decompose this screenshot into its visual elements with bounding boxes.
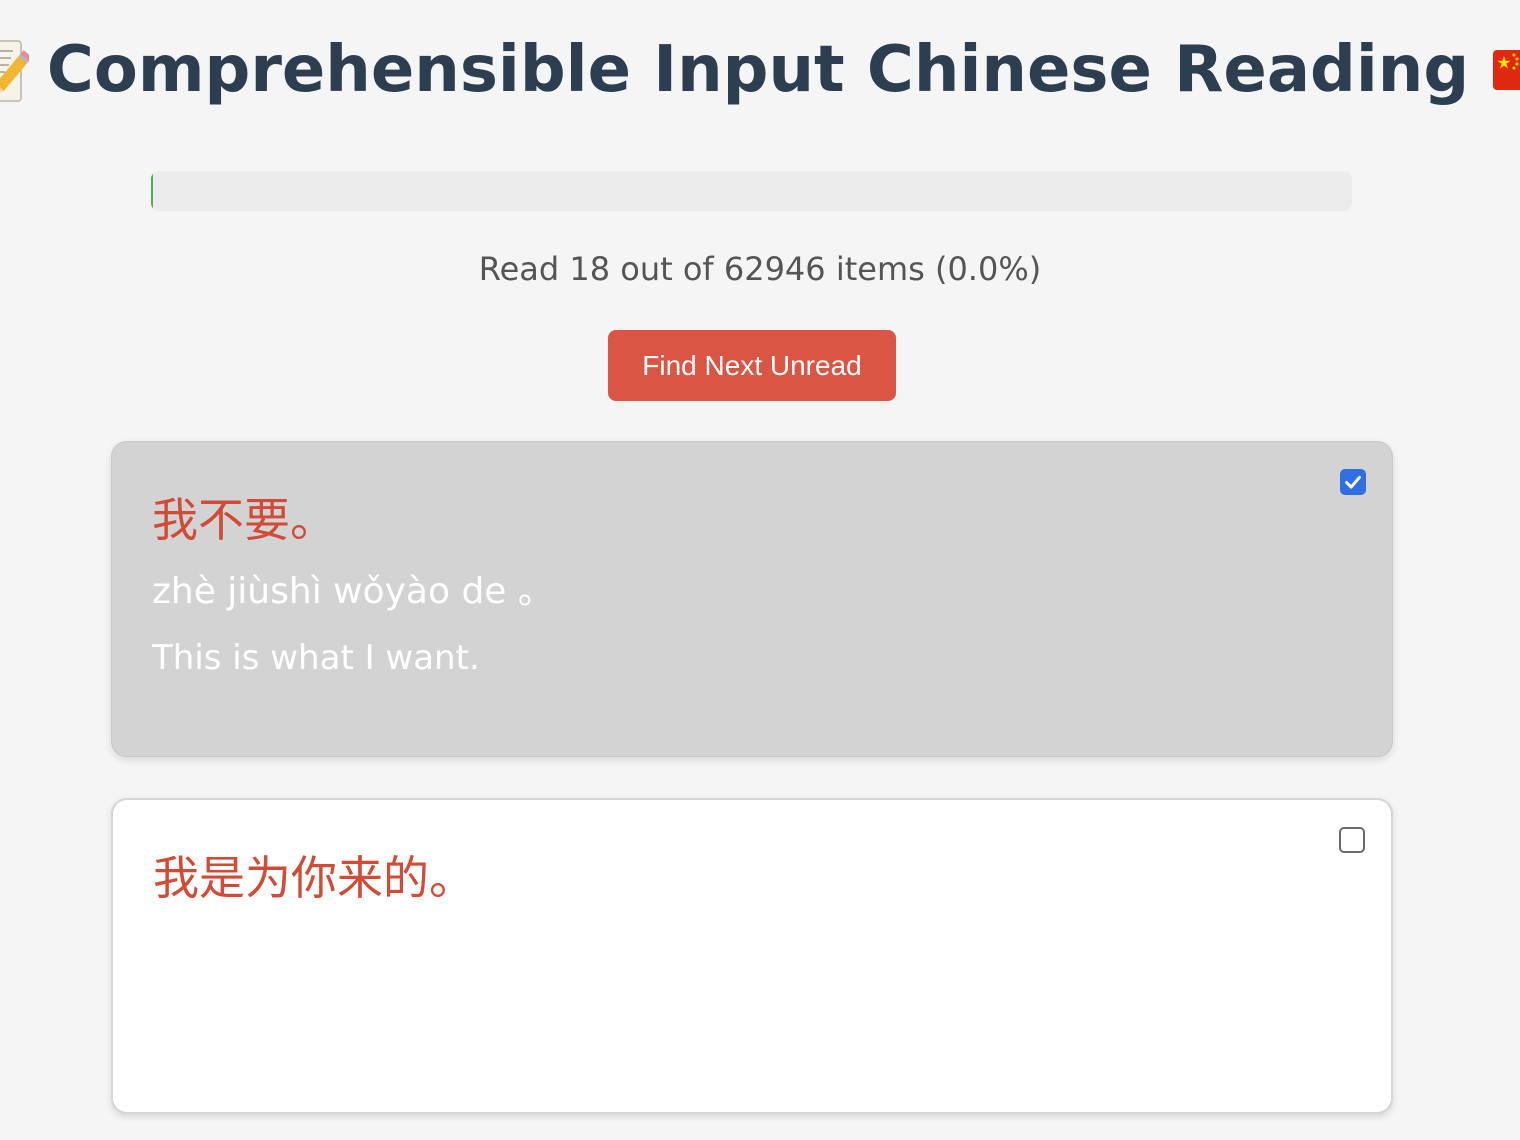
sentence-card: 我不要。 zhè jiùshì wǒyào de 。 This is what … — [111, 441, 1393, 757]
memo-icon — [0, 37, 32, 103]
sentence-hanzi: 我是为你来的。 — [153, 851, 475, 905]
sentence-translation: This is what I want. — [152, 638, 480, 678]
progress-bar — [151, 171, 1352, 211]
progress-text: Read 18 out of 62946 items (0.0%) — [478, 250, 1042, 288]
page-header: Comprehensible Input Chinese Reading — [0, 30, 1520, 110]
progress-bar-fill — [151, 171, 153, 211]
page: Comprehensible Input Chinese Reading Rea… — [0, 0, 1520, 1140]
china-flag-icon — [1493, 50, 1520, 90]
sentence-card: 我是为你来的。 — [111, 798, 1393, 1114]
page-title: Comprehensible Input Chinese Reading — [46, 33, 1470, 107]
read-checkbox[interactable] — [1340, 469, 1366, 495]
sentence-hanzi: 我不要。 — [152, 493, 336, 547]
read-checkbox[interactable] — [1339, 827, 1365, 853]
sentence-pinyin: zhè jiùshì wǒyào de 。 — [152, 571, 554, 612]
find-next-unread-button[interactable]: Find Next Unread — [608, 330, 896, 401]
